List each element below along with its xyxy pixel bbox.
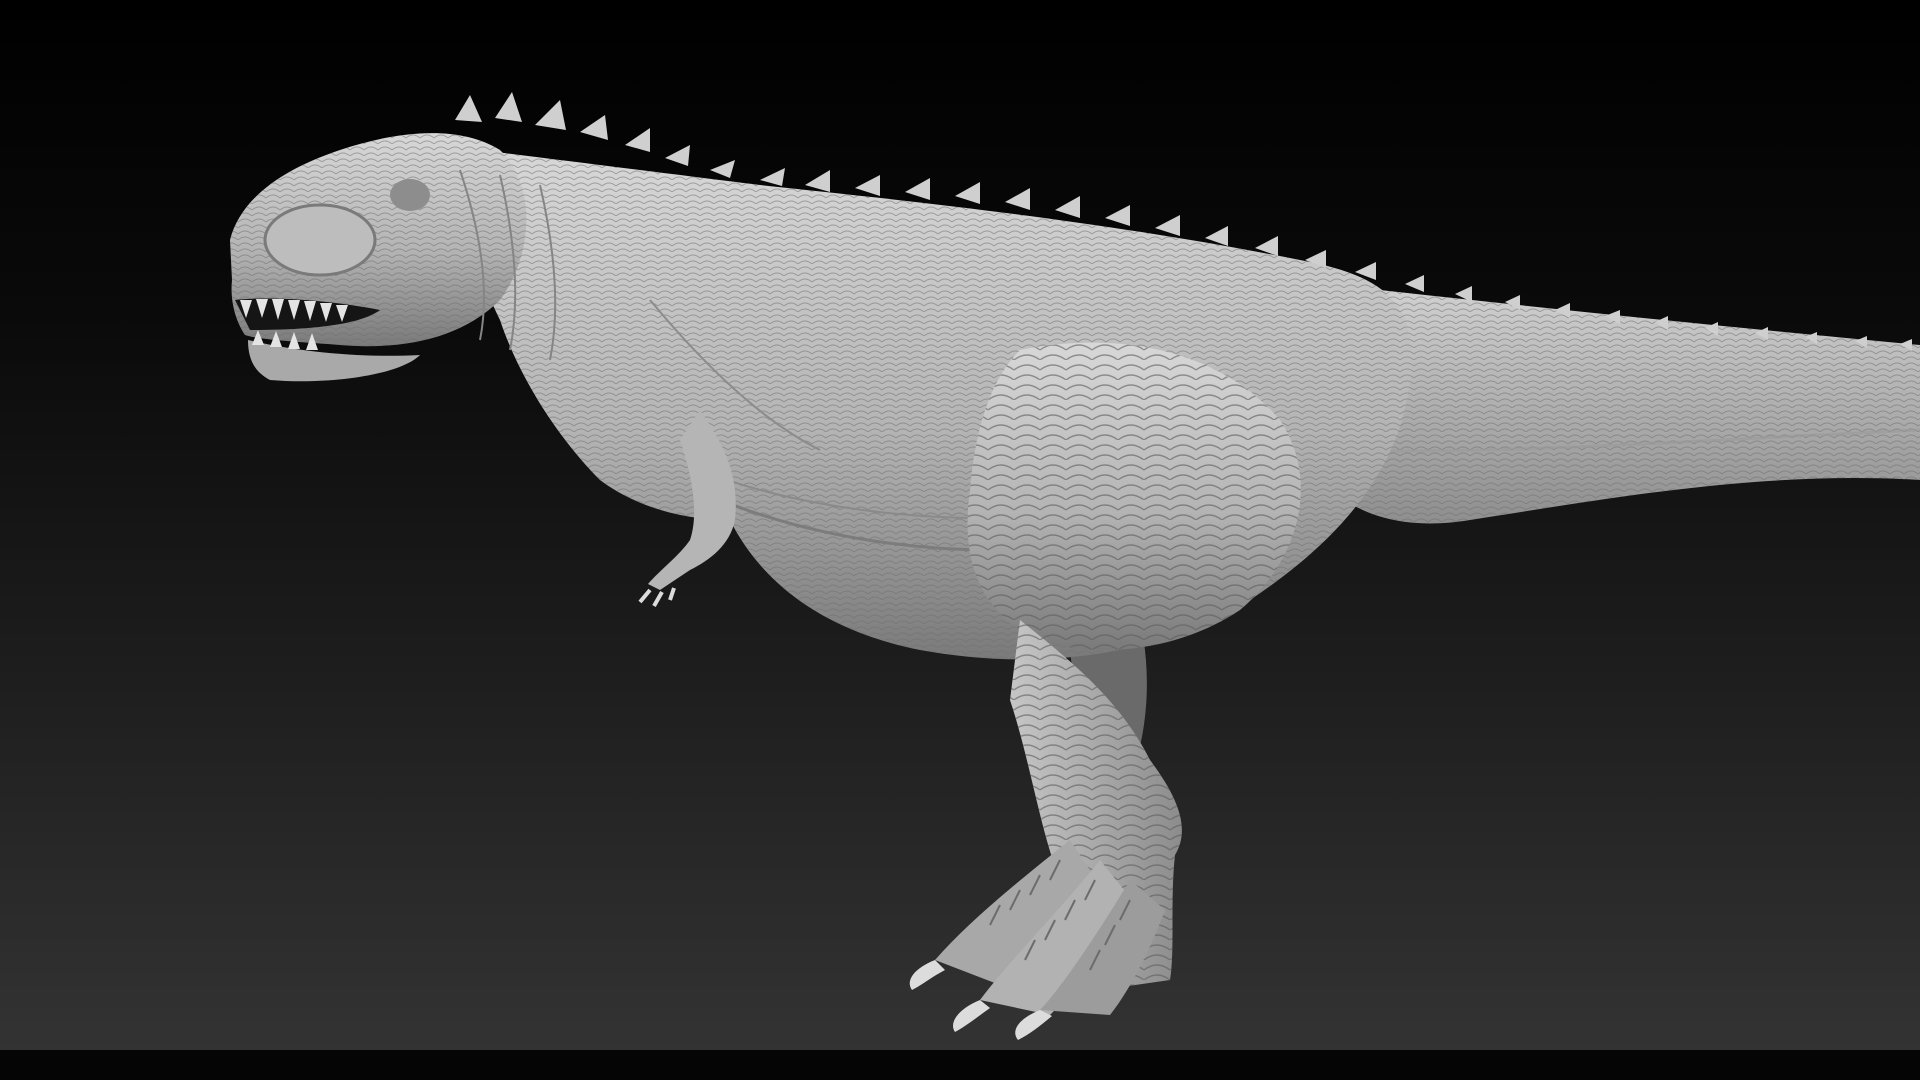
dinosaur-sculpt [230, 92, 1920, 1040]
body [469, 150, 1412, 660]
render-viewport [0, 0, 1920, 1050]
viewport-bottom-strip [0, 1050, 1920, 1080]
